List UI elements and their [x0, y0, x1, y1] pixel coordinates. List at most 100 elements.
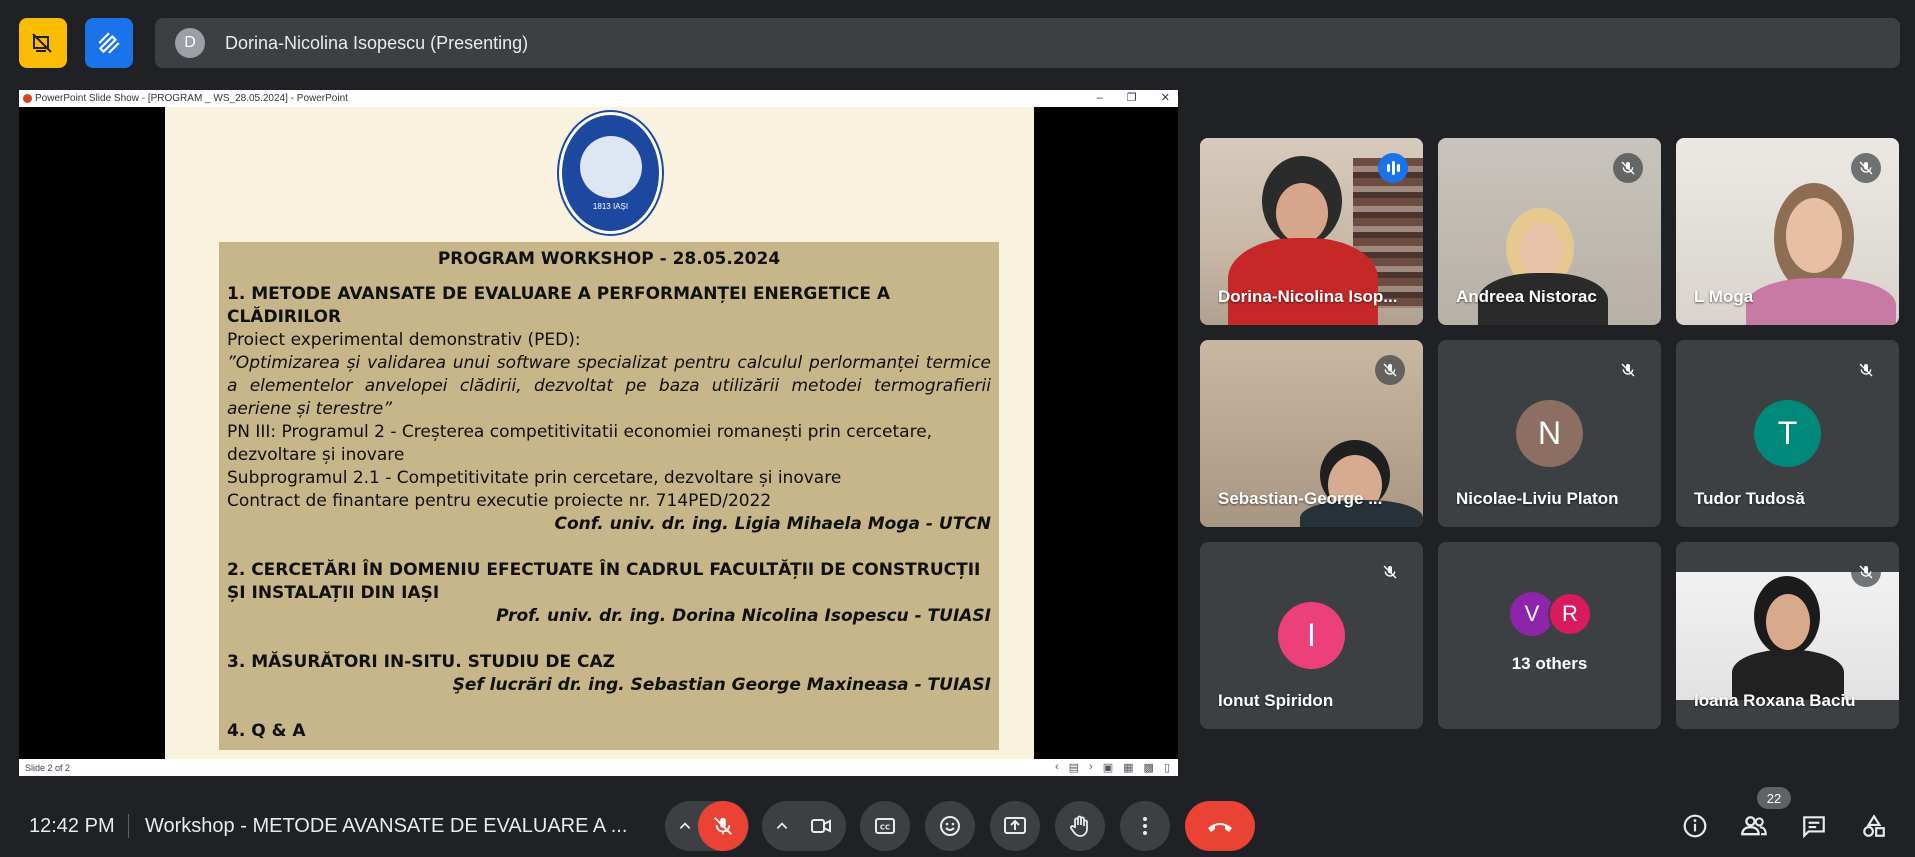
item1-line1: Proiect experimental demonstrativ (PED): [227, 330, 581, 350]
participant-tile[interactable]: Ioana Roxana Baciu [1676, 542, 1899, 729]
present-off-icon [32, 33, 52, 53]
participant-name: Sebastian-George ... [1218, 489, 1383, 508]
pen-icon [98, 32, 120, 54]
participant-avatar: R [1548, 592, 1592, 636]
mic-off-icon [1375, 557, 1405, 587]
annotate-button[interactable] [85, 18, 133, 68]
item1-line2: PN III: Programul 2 - Creșterea competit… [227, 422, 933, 465]
normal-view-icon[interactable]: ▣ [1103, 761, 1113, 774]
participant-name: Nicolae-Liviu Platon [1456, 489, 1619, 508]
people-icon [1741, 816, 1767, 836]
hang-up-icon [1208, 823, 1232, 832]
raise-hand-button[interactable] [1055, 801, 1105, 851]
prev-slide-icon[interactable]: ‹ [1055, 761, 1059, 774]
speaking-indicator-icon [1378, 153, 1408, 183]
hand-icon [1070, 815, 1088, 837]
clock: 12:42 PM [29, 815, 115, 837]
participant-tile[interactable]: L Moga [1676, 138, 1899, 325]
presenter-bar: D Dorina-Nicolina Isopescu (Presenting) [155, 18, 1900, 68]
slide: 1813 IAȘI PROGRAM WORKSHOP - 28.05.2024 … [165, 107, 1034, 759]
others-tile[interactable]: V R 13 others [1438, 542, 1661, 729]
window-title: PowerPoint Slide Show - [PROGRAM _ WS_28… [35, 93, 348, 104]
participant-tile[interactable]: N Nicolae-Liviu Platon [1438, 340, 1661, 527]
item1-line3: Subprogramul 2.1 - Competitivitate prin … [227, 468, 842, 488]
item3-author: Şef lucrări dr. ing. Sebastian George Ma… [452, 675, 991, 695]
slide-menu-icon[interactable]: ▤ [1069, 761, 1079, 774]
mic-off-icon [714, 817, 732, 835]
video-options-chevron-icon[interactable] [766, 810, 798, 842]
more-vert-icon [1143, 817, 1147, 835]
item2-author: Prof. univ. dr. ing. Dorina Nicolina Iso… [496, 606, 991, 626]
participant-name: Dorina-Nicolina Isop... [1218, 287, 1398, 306]
participant-tile[interactable]: Andreea Nistorac [1438, 138, 1661, 325]
mic-off-icon [1613, 355, 1643, 385]
present-now-button[interactable] [990, 801, 1040, 851]
presenter-label: Dorina-Nicolina Isopescu (Presenting) [225, 32, 529, 53]
item3-heading: 3. MĂSURĂTORI IN-SITU. STUDIU DE CAZ [227, 652, 615, 672]
close-icon[interactable]: ✕ [1161, 90, 1170, 107]
participant-name: Ioana Roxana Baciu [1694, 691, 1856, 710]
participant-avatar: N [1516, 400, 1583, 467]
info-icon [1683, 814, 1707, 838]
presentation-view: PowerPoint Slide Show - [PROGRAM _ WS_28… [19, 90, 1178, 776]
camera-icon [811, 819, 831, 833]
powerpoint-icon [23, 94, 32, 103]
item1-author: Conf. univ. dr. ing. Ligia Mihaela Moga … [554, 514, 991, 534]
mic-toggle-button[interactable] [698, 801, 748, 851]
participant-name: L Moga [1694, 287, 1754, 306]
mic-off-icon [1375, 355, 1405, 385]
slideshow-view-icon[interactable]: ▯ [1164, 761, 1170, 774]
closed-captions-icon: CC [875, 818, 895, 834]
minimize-icon[interactable]: – [1097, 90, 1103, 107]
reactions-button[interactable] [925, 801, 975, 851]
mic-off-icon [1613, 153, 1643, 183]
mic-off-icon [1851, 557, 1881, 587]
presentation-toggle-button[interactable] [19, 18, 67, 68]
shapes-icon [1863, 814, 1885, 837]
item2-heading: 2. CERCETĂRI ÎN DOMENIU EFECTUATE ÎN CAD… [227, 560, 981, 603]
participant-tile[interactable]: Dorina-Nicolina Isop... [1200, 138, 1423, 325]
svg-text:CC: CC [880, 824, 890, 832]
item4-heading: 4. Q & A [227, 721, 306, 741]
slide-area: 1813 IAȘI PROGRAM WORKSHOP - 28.05.2024 … [19, 107, 1178, 759]
program-box: PROGRAM WORKSHOP - 28.05.2024 1. METODE … [219, 242, 999, 750]
activities-button[interactable] [1858, 810, 1890, 842]
leave-call-button[interactable] [1185, 801, 1255, 851]
restore-icon[interactable]: ❐ [1127, 90, 1137, 107]
participant-avatar: T [1754, 400, 1821, 467]
others-label: 13 others [1511, 654, 1588, 673]
item1-line4: Contract de finantare pentru executie pr… [227, 491, 772, 511]
divider [128, 814, 129, 838]
mic-off-icon [1851, 153, 1881, 183]
participant-tile[interactable]: I Ionut Spiridon [1200, 542, 1423, 729]
sorter-view-icon[interactable]: ▦ [1123, 761, 1133, 774]
item1-quote: ”Optimizarea și validarea unui software … [227, 353, 991, 419]
people-button[interactable] [1738, 810, 1770, 842]
emoji-icon [940, 816, 960, 836]
audio-options-chevron-icon[interactable] [669, 810, 701, 842]
mic-off-icon [1851, 355, 1881, 385]
meeting-details-button[interactable] [1679, 810, 1711, 842]
captions-button[interactable]: CC [860, 801, 910, 851]
participant-name: Andreea Nistorac [1456, 287, 1597, 306]
participant-avatar: I [1278, 602, 1345, 669]
meeting-title: Workshop - METODE AVANSATE DE EVALUARE A… [145, 815, 628, 837]
chat-icon [1803, 816, 1825, 839]
participant-name: Tudor Tudosă [1694, 489, 1805, 508]
powerpoint-status-bar: Slide 2 of 2 ‹ ▤ › ▣ ▦ ▩ ▯ [19, 759, 1178, 776]
program-title: PROGRAM WORKSHOP - 28.05.2024 [437, 249, 781, 269]
chat-button[interactable] [1798, 810, 1830, 842]
participant-name: Ionut Spiridon [1218, 691, 1334, 710]
reading-view-icon[interactable]: ▩ [1144, 761, 1154, 774]
next-slide-icon[interactable]: › [1089, 761, 1093, 774]
more-options-button[interactable] [1120, 801, 1170, 851]
camera-toggle-button[interactable] [805, 810, 837, 842]
participant-tile[interactable]: Sebastian-George ... [1200, 340, 1423, 527]
powerpoint-title-bar: PowerPoint Slide Show - [PROGRAM _ WS_28… [19, 90, 1178, 107]
item1-heading: 1. METODE AVANSATE DE EVALUARE A PERFORM… [227, 284, 891, 327]
university-seal-logo: 1813 IAȘI [559, 112, 662, 234]
people-count-badge: 22 [1757, 787, 1791, 809]
present-screen-icon [1004, 817, 1026, 834]
participant-tile[interactable]: T Tudor Tudosă [1676, 340, 1899, 527]
slide-counter: Slide 2 of 2 [25, 762, 71, 773]
